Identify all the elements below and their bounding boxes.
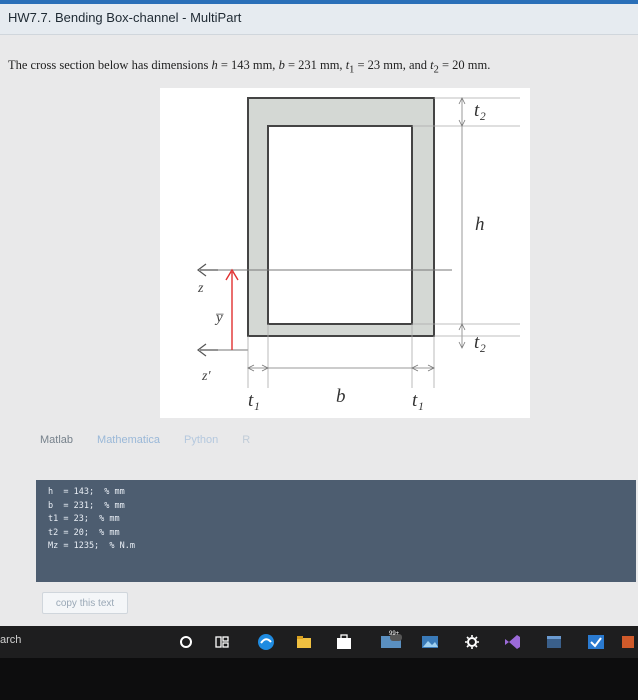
taskbar: arch 99+	[0, 626, 638, 658]
label-t1-left: t₁	[248, 390, 260, 411]
tab-mathematica[interactable]: Mathematica	[97, 434, 160, 446]
b-symbol: b	[278, 58, 285, 72]
title-bar: HW7.7. Bending Box-channel - MultiPart	[0, 4, 638, 35]
cortana-circle-icon[interactable]	[176, 632, 196, 652]
code-line: t2 = 20; % mm	[48, 527, 120, 538]
language-tabs: Matlab Mathematica Python R	[40, 434, 250, 446]
mail-badge: 99+	[389, 631, 400, 637]
label-h: h	[475, 214, 485, 235]
window-title: HW7.7. Bending Box-channel - MultiPart	[8, 10, 242, 25]
label-zprime: z′	[201, 369, 211, 384]
notes-app-icon[interactable]	[618, 632, 638, 652]
problem-statement: The cross section below has dimensions h…	[8, 58, 490, 76]
settings-gear-icon[interactable]	[462, 632, 482, 652]
t2-subscript: 2	[433, 64, 439, 76]
screen-bezel	[0, 658, 638, 700]
problem-intro: The cross section below has dimensions	[8, 58, 209, 72]
label-z: z	[197, 281, 204, 296]
tab-python[interactable]: Python	[184, 434, 218, 446]
tab-matlab[interactable]: Matlab	[40, 434, 73, 446]
mail-icon[interactable]: 99+	[376, 631, 406, 652]
h-symbol: h	[211, 58, 218, 72]
code-line: Mz = 1235; % N.m	[48, 541, 135, 551]
t1-subscript: 1	[349, 64, 355, 76]
code-line: t1 = 23; % mm	[48, 514, 120, 524]
inner-cavity	[267, 125, 413, 325]
cross-section-figure: t₂ h t₂ z y̅ z′ t₁ b t₁	[160, 88, 530, 418]
code-line: h = 143; % mm	[48, 487, 125, 497]
edge-browser-icon[interactable]	[256, 632, 276, 652]
label-t1-right: t₁	[412, 390, 424, 411]
code-block: h = 143; % mm b = 231; % mm t1 = 23; % m…	[36, 480, 636, 582]
visual-studio-icon[interactable]	[502, 632, 522, 652]
t2-value: = 20 mm.	[441, 58, 491, 72]
store-icon[interactable]	[334, 632, 354, 652]
t1-value: = 23 mm, and	[357, 58, 428, 72]
photos-icon[interactable]	[420, 632, 440, 652]
task-view-icon[interactable]	[212, 632, 232, 652]
tab-r[interactable]: R	[242, 434, 250, 446]
copy-text-button[interactable]: copy this text	[42, 592, 128, 614]
label-b: b	[336, 386, 346, 407]
label-ybar: y̅	[214, 310, 224, 326]
checkmark-app-icon[interactable]	[586, 632, 606, 652]
code-line: b = 231; % mm	[48, 500, 125, 511]
app-window-icon[interactable]	[544, 632, 564, 652]
file-explorer-icon[interactable]	[294, 632, 314, 652]
taskbar-search[interactable]: arch	[0, 634, 21, 646]
code-text: h = 143; % mm b = 231; % mm t1 = 23; % m…	[48, 486, 135, 554]
label-t2-bottom: t₂	[474, 332, 486, 353]
b-value: = 231 mm,	[287, 58, 343, 72]
h-value: = 143 mm,	[220, 58, 276, 72]
label-t2-top: t₂	[474, 100, 486, 121]
